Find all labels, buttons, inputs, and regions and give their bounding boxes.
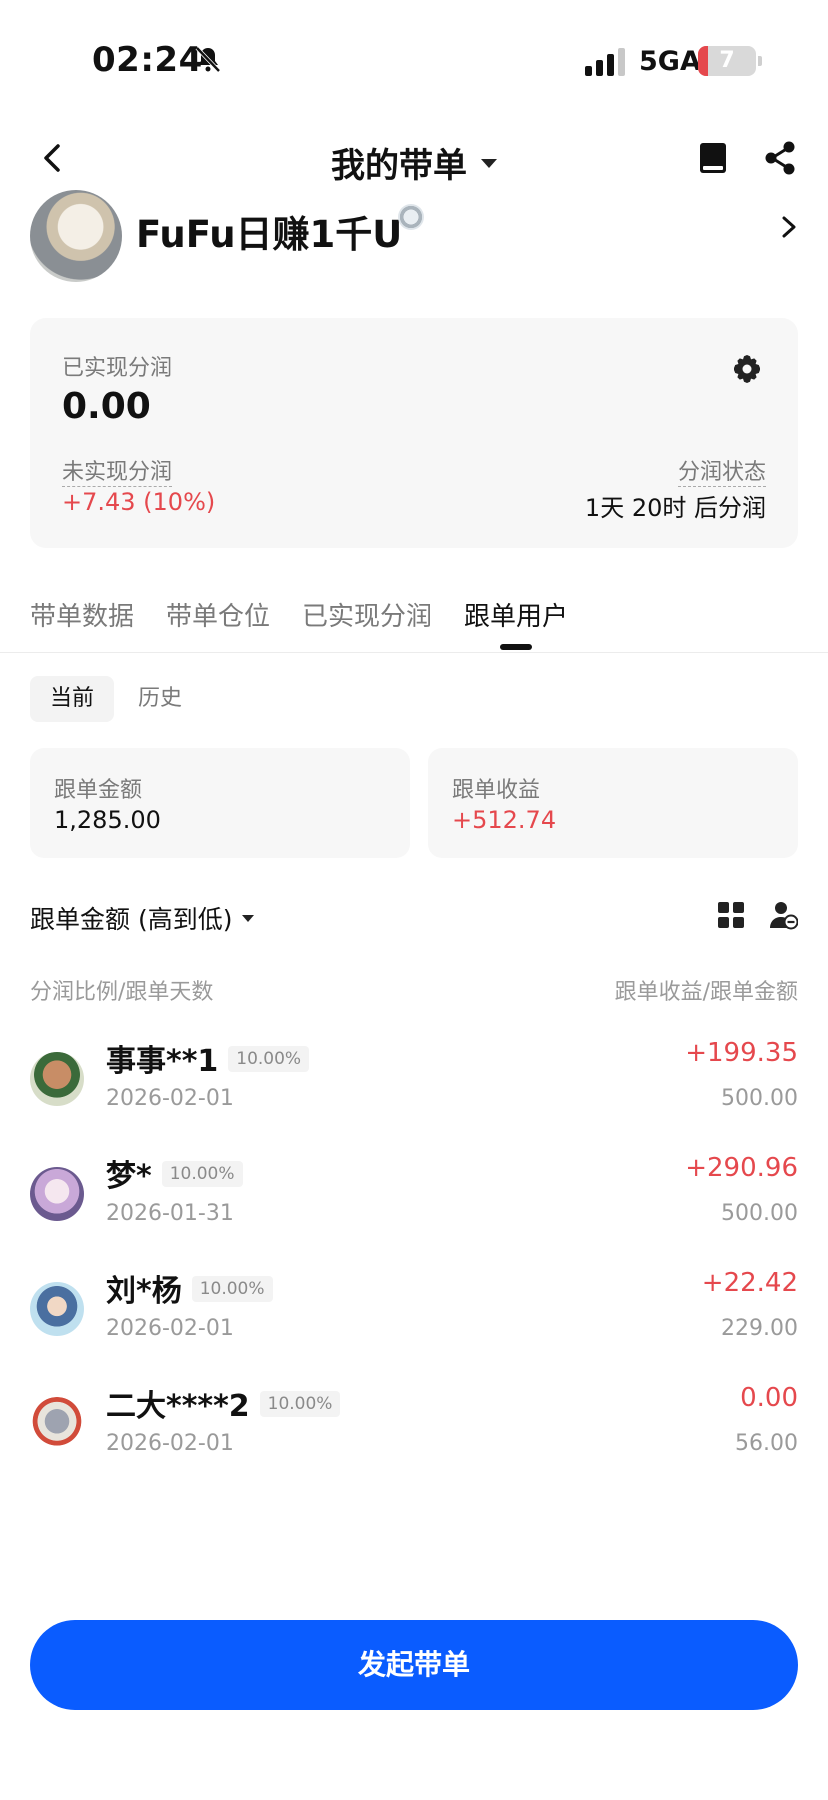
trader-name[interactable]: FuFu日赚1千U	[136, 204, 402, 258]
bell-muted-icon	[195, 46, 221, 73]
unrealized-profit-label[interactable]: 未实现分润	[62, 454, 173, 487]
follower-date: 2026-02-01	[106, 1316, 234, 1341]
silver-medal-icon	[398, 204, 424, 230]
status-time: 02:24	[92, 40, 203, 80]
sort-label: 跟单金额 (高到低)	[30, 905, 233, 934]
profit-ratio-badge: 10.00%	[259, 1390, 341, 1417]
follower-row[interactable]: 梦* 10.00% 2026-01-31 +290.96 500.00	[30, 1145, 798, 1235]
tab-followers[interactable]: 跟单用户	[464, 596, 568, 633]
unrealized-profit-value: +7.43 (10%)	[62, 488, 216, 516]
subtab-current[interactable]: 当前	[30, 676, 114, 722]
column-header-left: 分润比例/跟单天数	[30, 980, 214, 1005]
share-icon[interactable]	[762, 140, 798, 176]
follower-row[interactable]: 刘*杨 10.00% 2026-02-01 +22.42 229.00	[30, 1260, 798, 1350]
follower-date: 2026-02-01	[106, 1431, 234, 1456]
follow-amount-label: 跟单金额	[54, 778, 143, 803]
start-copy-trade-button[interactable]: 发起带单	[30, 1620, 798, 1710]
trader-avatar[interactable]	[30, 190, 122, 282]
follower-profit: +290.96	[685, 1153, 798, 1183]
tab-copy-positions[interactable]: 带单仓位	[166, 596, 270, 633]
follower-avatar	[30, 1282, 84, 1336]
gear-icon[interactable]	[732, 354, 762, 384]
follower-profit: +199.35	[685, 1038, 798, 1068]
profit-ratio-badge: 10.00%	[228, 1045, 310, 1072]
subtab-history[interactable]: 历史	[138, 676, 182, 722]
manage-user-icon[interactable]	[770, 900, 798, 930]
column-header-right: 跟单收益/跟单金额	[614, 980, 798, 1005]
tab-realized-profit[interactable]: 已实现分润	[302, 596, 432, 633]
follow-profit-card: 跟单收益 +512.74	[428, 748, 798, 858]
follower-avatar	[30, 1397, 84, 1451]
follower-name: 刘*杨 10.00%	[106, 1266, 273, 1310]
follower-row[interactable]: 二大****2 10.00% 2026-02-01 0.00 56.00	[30, 1375, 798, 1465]
profit-status-label[interactable]: 分润状态	[677, 454, 766, 487]
caret-down-icon	[481, 159, 497, 168]
page-title: 我的带单	[331, 146, 467, 186]
follow-amount-card: 跟单金额 1,285.00	[30, 748, 410, 858]
follower-name: 梦* 10.00%	[106, 1151, 243, 1195]
profit-share-card: 已实现分润 0.00 未实现分润 +7.43 (10%) 分润状态 1天 20时…	[30, 318, 798, 548]
realized-profit-label: 已实现分润	[62, 356, 173, 381]
realized-profit-value: 0.00	[62, 386, 151, 427]
profit-status-value: 1天 20时 后分润	[584, 494, 766, 522]
follower-name: 事事**1 10.00%	[106, 1036, 310, 1080]
chevron-right-icon[interactable]	[778, 214, 800, 240]
status-bar: 02:24 5GA 7	[0, 0, 828, 120]
network-label: 5GA	[639, 46, 701, 77]
follower-name: 二大****2 10.00%	[106, 1381, 341, 1425]
follow-amount-value: 1,285.00	[54, 806, 161, 834]
book-icon[interactable]	[698, 142, 728, 176]
caret-down-icon	[242, 914, 255, 922]
follow-profit-label: 跟单收益	[452, 778, 541, 803]
follower-profit: 0.00	[740, 1383, 798, 1413]
tab-copy-data[interactable]: 带单数据	[30, 596, 134, 633]
active-tab-indicator	[500, 644, 532, 650]
battery-level: 7	[719, 48, 735, 73]
signal-icon	[585, 48, 625, 76]
follower-date: 2026-02-01	[106, 1086, 234, 1111]
profit-ratio-badge: 10.00%	[191, 1275, 273, 1302]
profit-ratio-badge: 10.00%	[161, 1160, 243, 1187]
follower-amount: 500.00	[721, 1201, 798, 1226]
follower-profit: +22.42	[701, 1268, 798, 1298]
battery-icon: 7	[698, 46, 762, 76]
follower-amount: 56.00	[735, 1431, 798, 1456]
sort-dropdown[interactable]: 跟单金额 (高到低)	[30, 900, 255, 936]
grid-view-icon[interactable]	[718, 902, 744, 928]
follower-amount: 229.00	[721, 1316, 798, 1341]
follow-profit-value: +512.74	[452, 806, 557, 834]
follower-avatar	[30, 1052, 84, 1106]
follower-row[interactable]: 事事**1 10.00% 2026-02-01 +199.35 500.00	[30, 1030, 798, 1120]
divider	[0, 652, 828, 653]
follower-date: 2026-01-31	[106, 1201, 234, 1226]
follower-amount: 500.00	[721, 1086, 798, 1111]
follower-avatar	[30, 1167, 84, 1221]
